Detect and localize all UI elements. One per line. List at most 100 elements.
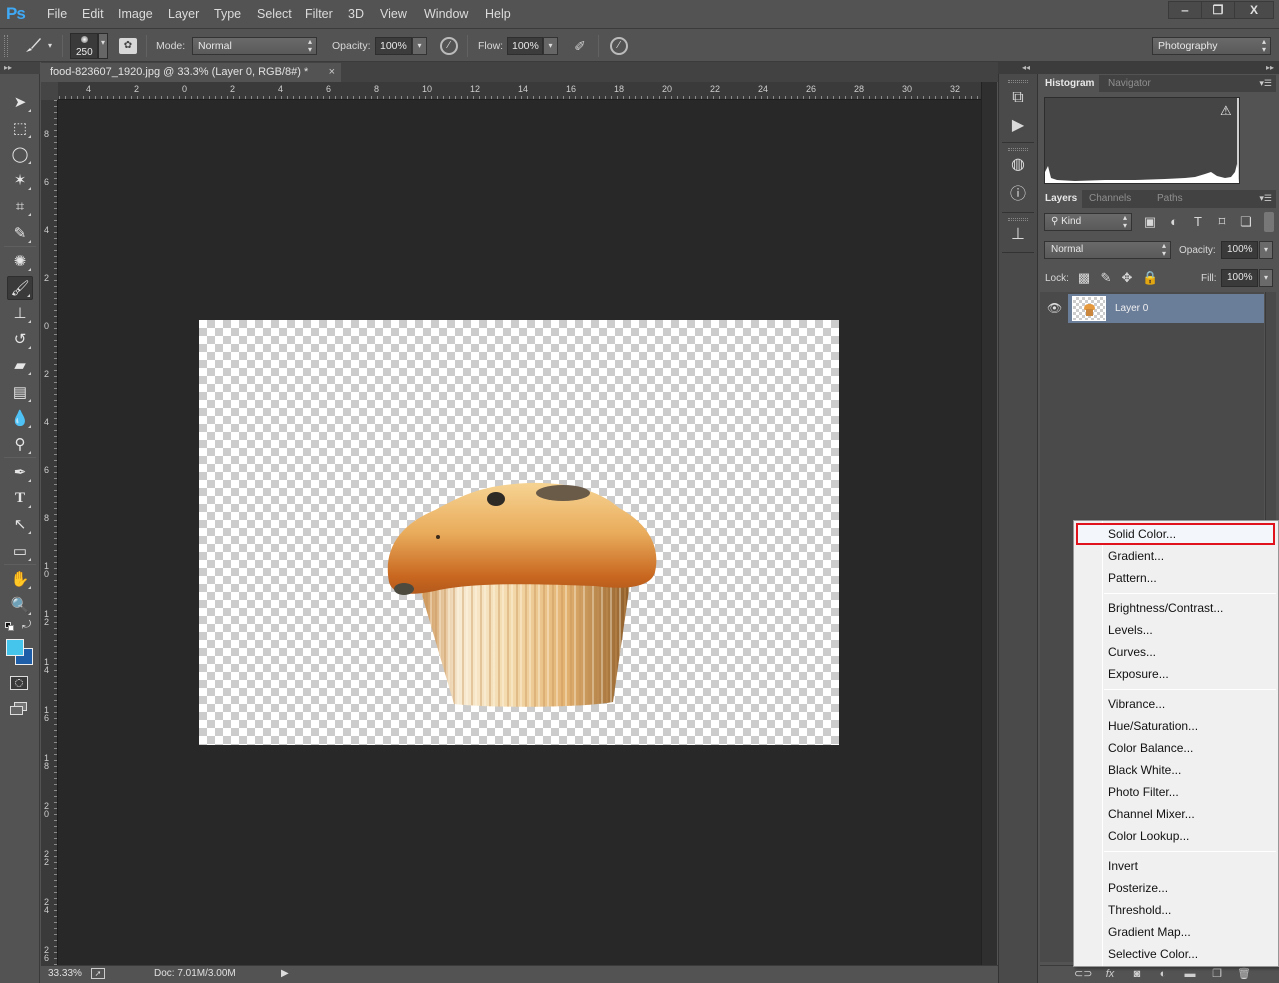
menu-item-levels[interactable]: Levels... [1075,619,1277,641]
tablet-pressure-opacity-button[interactable]: ⁄ [440,37,458,55]
path-selection-tool[interactable]: ↖ [7,512,33,536]
layer-visibility-toggle[interactable]: 👁 [1040,294,1067,323]
pen-tool[interactable]: ✒ [7,460,33,484]
filter-toggle-switch[interactable] [1264,212,1274,232]
share-icon[interactable]: ➚ [91,968,105,979]
filter-adjustment-layers-icon[interactable]: ◐ [1166,214,1182,230]
cache-warning-icon[interactable]: ⚠ [1220,103,1232,119]
dock-grip[interactable] [1008,148,1028,151]
menu-view[interactable]: View [380,6,407,22]
tab-paths[interactable]: Paths [1152,190,1188,208]
menu-item-curves[interactable]: Curves... [1075,641,1277,663]
spot-healing-tool[interactable]: ✺ [7,249,33,273]
menu-item-selective-color[interactable]: Selective Color... [1075,943,1277,965]
lock-transparent-pixels-icon[interactable]: ▩ [1076,270,1092,286]
new-adjustment-layer-icon[interactable]: ◐ [1155,968,1171,981]
menu-item-color-lookup[interactable]: Color Lookup... [1075,825,1277,847]
menu-item-gradient-map[interactable]: Gradient Map... [1075,921,1277,943]
menu-item-posterize[interactable]: Posterize... [1075,877,1277,899]
crop-tool[interactable]: ⌗ [7,194,33,218]
menu-item-hue-saturation[interactable]: Hue/Saturation... [1075,715,1277,737]
layer-opacity-slider-toggle[interactable]: ▾ [1259,241,1273,259]
lock-all-icon[interactable]: 🔒 [1142,270,1158,286]
lock-image-pixels-icon[interactable]: ✎ [1098,270,1114,286]
history-brush-tool[interactable]: ↺ [7,327,33,351]
default-colors-button[interactable] [5,622,15,632]
flow-input[interactable]: 100% [507,37,543,55]
filter-smart-objects-icon[interactable]: ❏ [1238,214,1254,230]
foreground-color-swatch[interactable] [6,639,24,656]
new-layer-icon[interactable]: ❐ [1209,968,1225,981]
tool-preset-picker[interactable] [22,34,44,56]
tablet-pressure-size-button[interactable]: ⁄ [610,37,628,55]
tab-layers[interactable]: Layers [1040,190,1083,208]
clone-stamp-tool[interactable]: ⊥ [7,301,33,325]
tools-panel-collapse[interactable]: ▸▸ [0,62,40,74]
eyedropper-tool[interactable]: ✎ [7,221,33,245]
document-image[interactable] [199,320,839,745]
info-panel-icon[interactable]: ⓘ [1007,184,1029,206]
menu-item-photo-filter[interactable]: Photo Filter... [1075,781,1277,803]
type-tool[interactable]: T [7,486,33,510]
gradient-tool[interactable]: ▤ [7,380,33,404]
document-tab[interactable]: food-823607_1920.jpg @ 33.3% (Layer 0, R… [41,63,341,82]
collapse-icons-icon[interactable]: ◂◂ [1022,63,1030,72]
fill-slider-toggle[interactable]: ▾ [1259,269,1273,287]
add-mask-icon[interactable]: ◙ [1129,968,1145,981]
menu-item-gradient[interactable]: Gradient... [1075,545,1277,567]
layer-thumbnail[interactable] [1072,296,1106,321]
menu-layer[interactable]: Layer [168,6,199,22]
link-layers-icon[interactable]: ⊂⊃ [1074,968,1092,981]
menu-select[interactable]: Select [257,6,292,22]
menu-item-threshold[interactable]: Threshold... [1075,899,1277,921]
tab-histogram[interactable]: Histogram [1040,75,1100,93]
blend-mode-select[interactable]: Normal ▴ ▾ [1044,241,1171,259]
close-window-button[interactable]: X [1234,1,1274,19]
brush-tool[interactable]: 🖌 [7,276,33,300]
canvas-scrollbar[interactable] [981,82,997,965]
fill-input[interactable]: 100% [1221,269,1258,287]
menu-filter[interactable]: Filter [305,6,333,22]
menu-item-color-balance[interactable]: Color Balance... [1075,737,1277,759]
menu-item-brightness-contrast[interactable]: Brightness/Contrast... [1075,597,1277,619]
close-document-icon[interactable]: × [329,63,335,82]
filter-shape-layers-icon[interactable]: ⌑ [1214,214,1230,230]
history-panel-icon[interactable]: ⧉ [1007,87,1029,109]
lock-position-icon[interactable]: ✥ [1119,270,1135,286]
opacity-input[interactable]: 100% [375,37,412,55]
menu-window[interactable]: Window [424,6,468,22]
dock-grip[interactable] [1008,218,1028,221]
quick-mask-button[interactable] [10,676,28,690]
dodge-tool[interactable]: ⚲ [7,432,33,456]
ruler-origin[interactable] [41,82,58,100]
brush-preset-picker[interactable]: 250 [70,33,98,59]
screen-mode-button[interactable] [10,702,28,716]
eraser-tool[interactable]: ▰ [7,353,33,377]
panel-menu-icon[interactable]: ▾☰ [1259,78,1272,89]
flow-slider-toggle[interactable]: ▾ [543,37,558,55]
status-menu-arrow-icon[interactable]: ▶ [281,968,289,979]
mode-select[interactable]: Normal ▴ ▾ [192,37,317,55]
swap-colors-icon[interactable]: ⤾ [22,619,31,632]
move-tool[interactable]: ➤ [7,90,33,114]
workspace-select[interactable]: Photography ▴ ▾ [1152,37,1271,55]
menu-3d[interactable]: 3D [348,6,364,22]
vertical-ruler[interactable]: 8 6 4 2 0 2 4 6 8 10 12 14 16 18 20 22 24 26 [41,100,58,965]
expand-panels-icon[interactable]: ▸▸ [1266,63,1274,72]
dock-grip[interactable] [1008,80,1028,83]
panel-menu-icon[interactable]: ▾☰ [1259,193,1272,204]
zoom-level[interactable]: 33.33% [48,968,82,979]
rectangle-shape-tool[interactable]: ▭ [7,539,33,563]
brush-preset-dropdown[interactable]: ▾ [98,33,108,59]
magic-wand-tool[interactable]: ✶ [7,168,33,192]
menu-image[interactable]: Image [118,6,153,22]
opacity-slider-toggle[interactable]: ▾ [412,37,427,55]
menu-edit[interactable]: Edit [82,6,104,22]
chevron-down-icon[interactable]: ▾ [48,41,52,50]
horizontal-ruler[interactable]: 4 2 0 2 4 6 8 10 12 14 16 18 20 22 24 26 28 30 32 [41,82,981,100]
tab-navigator[interactable]: Navigator [1103,75,1156,93]
menu-file[interactable]: File [47,6,67,22]
hand-tool[interactable]: ✋ [7,567,33,591]
minimize-button[interactable]: ‒ [1168,1,1202,19]
menu-item-channel-mixer[interactable]: Channel Mixer... [1075,803,1277,825]
